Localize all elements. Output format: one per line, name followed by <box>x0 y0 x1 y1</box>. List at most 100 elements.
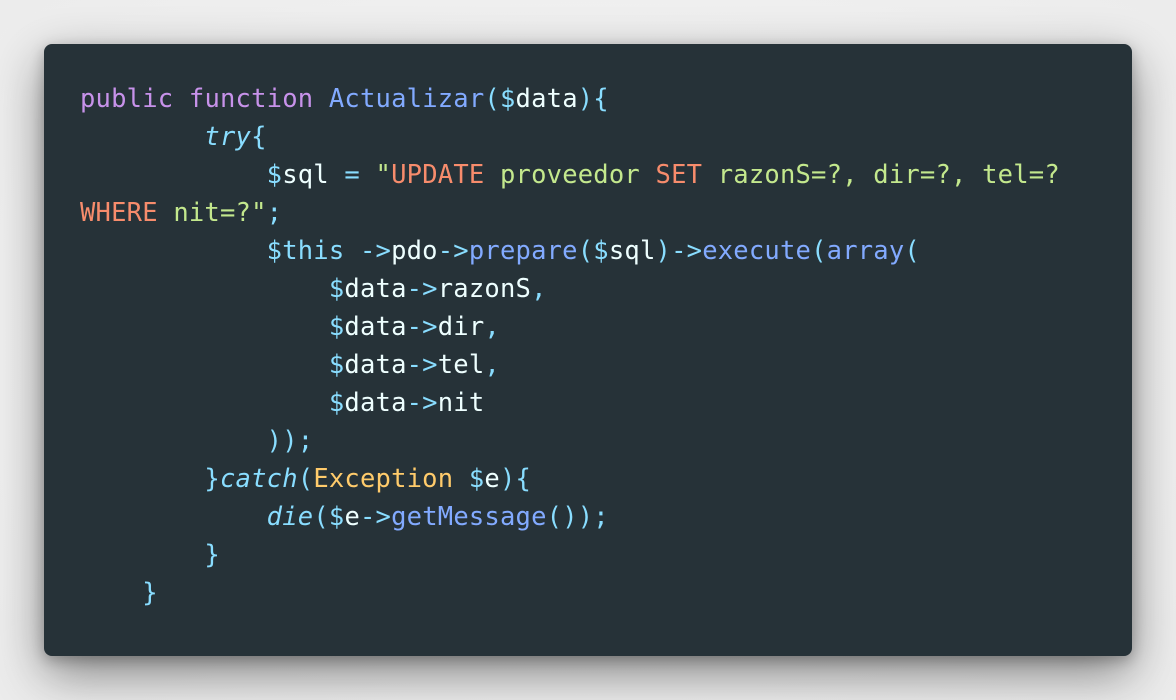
code-token: function <box>188 84 314 114</box>
code-token: getMessage <box>391 502 547 532</box>
code-token: ()); <box>546 502 609 532</box>
code-token: } <box>204 540 220 570</box>
code-token: , <box>484 312 500 342</box>
code-token: $this <box>266 236 345 266</box>
code-token: -> <box>437 236 469 266</box>
code-token: data <box>344 312 407 342</box>
code-snippet-window: public function Actualizar($data){ try{ … <box>44 44 1132 656</box>
code-line: )); <box>80 422 1132 460</box>
code-token: )-> <box>655 236 703 266</box>
code-token: = <box>328 160 376 190</box>
code-line: public function Actualizar($data){ <box>80 80 1132 118</box>
code-token: prepare <box>468 236 578 266</box>
code-token: $ <box>328 502 345 532</box>
code-line: $this ->pdo->prepare($sql)->execute(arra… <box>80 232 1132 270</box>
code-token: -> <box>406 350 438 380</box>
code-token: data <box>515 84 578 114</box>
code-token: data <box>344 274 407 304</box>
code-token: razonS <box>437 274 532 304</box>
code-line: } <box>80 574 1132 612</box>
code-token: ( <box>313 502 329 532</box>
code-token: die <box>266 502 314 532</box>
code-token: razonS=?, dir=?, tel=? <box>702 160 1060 190</box>
code-token: nit <box>437 388 485 418</box>
code-token: e <box>484 464 500 494</box>
code-line: $sql = "UPDATE proveedor SET razonS=?, d… <box>80 156 1132 194</box>
code-token: -> <box>406 312 438 342</box>
code-token: -> <box>360 502 392 532</box>
code-token: array <box>826 236 905 266</box>
code-line: $data->nit <box>80 384 1132 422</box>
code-token: ( <box>484 84 500 114</box>
code-token: Actualizar <box>328 84 485 114</box>
code-block: public function Actualizar($data){ try{ … <box>80 80 1132 612</box>
code-token: $ <box>328 350 345 380</box>
code-token: $ <box>499 84 516 114</box>
code-token: try <box>204 122 252 152</box>
code-token: pdo <box>391 236 438 266</box>
code-token: } <box>204 464 220 494</box>
code-token: nit=?" <box>157 198 267 228</box>
code-token: dir <box>437 312 485 342</box>
code-line: try{ <box>80 118 1132 156</box>
code-token: , <box>531 274 547 304</box>
code-token: data <box>344 388 407 418</box>
code-token: -> <box>344 236 392 266</box>
code-token: " <box>375 160 392 190</box>
code-token: $ <box>593 236 609 266</box>
code-token: sql <box>608 236 656 266</box>
code-line: WHERE nit=?"; <box>80 194 1132 232</box>
code-token: ( <box>811 236 827 266</box>
code-token: e <box>344 502 360 532</box>
code-token: ( <box>904 236 920 266</box>
code-line: }catch(Exception $e){ <box>80 460 1132 498</box>
code-token: $ <box>328 388 345 418</box>
code-token: UPDATE <box>391 160 485 190</box>
code-line: die($e->getMessage()); <box>80 498 1132 536</box>
code-token: public <box>80 84 174 114</box>
code-token: tel <box>437 350 485 380</box>
code-token: $ <box>266 160 283 190</box>
code-token: { <box>251 122 267 152</box>
code-token: execute <box>702 236 812 266</box>
code-token: ( <box>297 464 314 494</box>
code-token: -> <box>406 388 438 418</box>
code-token: ){ <box>577 84 609 114</box>
code-token: )); <box>266 426 314 456</box>
code-line: } <box>80 536 1132 574</box>
code-token: $ <box>328 274 345 304</box>
code-token: data <box>344 350 407 380</box>
code-token: -> <box>406 274 438 304</box>
code-token: ( <box>577 236 594 266</box>
code-token: , <box>484 350 500 380</box>
code-token: catch <box>219 464 298 494</box>
code-token: } <box>142 578 158 608</box>
code-line: $data->tel, <box>80 346 1132 384</box>
code-token: SET <box>655 160 703 190</box>
code-token: ; <box>266 198 283 228</box>
code-token: sql <box>282 160 329 190</box>
code-line: $data->dir, <box>80 308 1132 346</box>
code-token: ){ <box>499 464 532 494</box>
code-token: WHERE <box>80 198 158 228</box>
code-token: Exception <box>313 464 454 494</box>
code-token: proveedor <box>484 160 656 190</box>
code-token: $ <box>328 312 345 342</box>
code-token: $ <box>468 464 485 494</box>
code-line: $data->razonS, <box>80 270 1132 308</box>
